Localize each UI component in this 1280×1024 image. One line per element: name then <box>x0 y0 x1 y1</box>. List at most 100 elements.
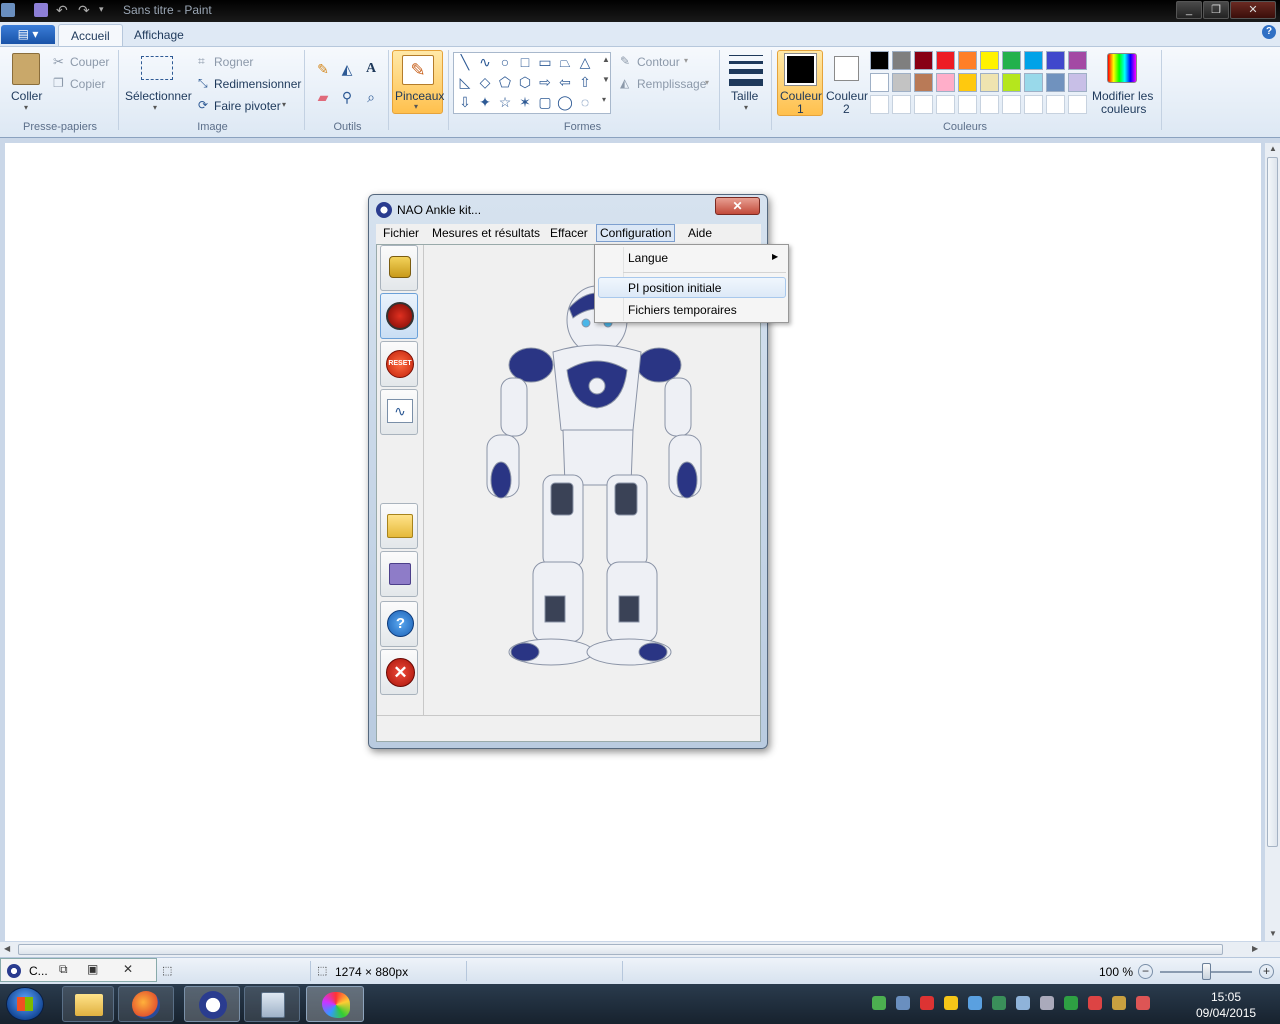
select-button[interactable]: Sélectionner <box>125 89 192 103</box>
shape-four-point-star-icon[interactable]: ✦ <box>476 93 494 111</box>
shape-six-point-star-icon[interactable]: ✶ <box>516 93 534 111</box>
maximize-icon[interactable]: ▣ <box>87 962 98 976</box>
network-icon[interactable] <box>872 996 886 1010</box>
vertical-scroll-thumb[interactable] <box>1267 157 1278 847</box>
shape-up-arrow-icon[interactable]: ⇧ <box>576 73 594 91</box>
printer-icon[interactable] <box>896 996 910 1010</box>
palette-swatch[interactable] <box>958 51 977 70</box>
record-button[interactable] <box>380 293 418 339</box>
outline-button[interactable]: Contour <box>637 55 680 69</box>
magnifier-icon[interactable]: ⌕ <box>361 87 381 107</box>
save-file-button[interactable] <box>380 551 418 597</box>
select-icon[interactable] <box>141 56 173 80</box>
shapes-scroll-down-icon[interactable]: ▼ <box>602 75 610 84</box>
file-menu-button[interactable]: ▤ ▾ <box>1 25 55 44</box>
shape-oval-callout-icon[interactable]: ◯ <box>556 93 574 111</box>
monitor-icon[interactable] <box>992 996 1006 1010</box>
shape-rounded-rectangle-icon[interactable]: ▭ <box>536 53 554 71</box>
shape-right-triangle-icon[interactable]: ◺ <box>456 73 474 91</box>
palette-swatch[interactable] <box>1024 73 1043 92</box>
paste-button[interactable]: Coller <box>11 89 42 103</box>
resize-button[interactable]: Redimensionner <box>214 77 301 91</box>
palette-swatch[interactable] <box>1046 73 1065 92</box>
palette-swatch[interactable] <box>914 73 933 92</box>
palette-swatch[interactable] <box>1046 51 1065 70</box>
palette-swatch[interactable] <box>980 95 999 114</box>
shape-hexagon-icon[interactable]: ⬡ <box>516 73 534 91</box>
fill-button[interactable]: Remplissage <box>637 77 706 91</box>
paste-icon[interactable] <box>12 53 40 85</box>
clock-time[interactable]: 15:05 <box>1211 990 1241 1004</box>
paint-app-icon[interactable] <box>1 3 15 17</box>
taskbar-firefox[interactable] <box>118 986 174 1022</box>
tool-icon[interactable] <box>968 996 982 1010</box>
pencil-icon[interactable]: ✎ <box>313 59 333 79</box>
close-icon[interactable]: ✕ <box>123 962 133 976</box>
color1-button[interactable]: Couleur 1 <box>777 50 823 116</box>
close-window-button[interactable]: ✕ <box>1230 1 1276 19</box>
taskbar-paint[interactable] <box>306 986 364 1022</box>
reset-button[interactable]: RESET <box>380 341 418 387</box>
palette-swatch[interactable] <box>870 95 889 114</box>
scroll-down-icon[interactable]: ▼ <box>1269 929 1277 938</box>
help-button[interactable]: ? <box>380 601 418 647</box>
menu-item-pi-position-initiale[interactable]: PI position initiale <box>628 281 721 295</box>
palette-swatch[interactable] <box>958 95 977 114</box>
shape-cloud-callout-icon[interactable]: ◌ <box>576 93 594 111</box>
palette-swatch[interactable] <box>936 73 955 92</box>
quick-access-dropdown-icon[interactable]: ▾ <box>99 4 104 15</box>
select-dropdown-icon[interactable]: ▾ <box>153 103 157 112</box>
shape-rect-callout-icon[interactable]: ▢ <box>536 93 554 111</box>
help-icon[interactable]: ? <box>1262 25 1276 39</box>
zoom-in-button[interactable]: + <box>1259 964 1274 979</box>
gear-icon[interactable] <box>944 996 958 1010</box>
rotate-dropdown-icon[interactable]: ▾ <box>282 100 286 109</box>
shape-left-arrow-icon[interactable]: ⇦ <box>556 73 574 91</box>
menu-fichier[interactable]: Fichier <box>383 226 419 240</box>
shape-diamond-icon[interactable]: ◇ <box>476 73 494 91</box>
brushes-button[interactable]: ✎ Pinceaux ▾ <box>392 50 444 114</box>
palette-swatch[interactable] <box>1002 95 1021 114</box>
eraser-icon[interactable]: ▰ <box>313 87 333 107</box>
menu-item-langue[interactable]: Langue <box>628 251 668 265</box>
palette-swatch[interactable] <box>1068 95 1087 114</box>
usb-icon[interactable] <box>1040 996 1054 1010</box>
palette-swatch[interactable] <box>1068 73 1087 92</box>
clock-date[interactable]: 09/04/2015 <box>1196 1006 1256 1020</box>
shape-rectangle-icon[interactable]: □ <box>516 53 534 71</box>
menu-item-fichiers-temporaires[interactable]: Fichiers temporaires <box>628 303 737 317</box>
acrobat-icon[interactable] <box>920 996 934 1010</box>
zoom-slider-thumb[interactable] <box>1202 963 1211 980</box>
palette-swatch[interactable] <box>936 51 955 70</box>
palette-swatch[interactable] <box>1024 51 1043 70</box>
display-icon[interactable] <box>1016 996 1030 1010</box>
palette-swatch[interactable] <box>958 73 977 92</box>
tab-view[interactable]: Affichage <box>122 24 196 47</box>
text-tool-icon[interactable]: A <box>361 59 381 79</box>
size-dropdown-icon[interactable]: ▾ <box>744 103 748 112</box>
taskbar-thumbnail-strip[interactable]: C... ⧉ ▣ ✕ <box>0 958 157 982</box>
dialog-close-button[interactable]: ✕ <box>715 197 760 215</box>
size-icon[interactable] <box>729 55 763 86</box>
shape-curve-icon[interactable]: ∿ <box>476 53 494 71</box>
paste-dropdown-icon[interactable]: ▾ <box>24 103 28 112</box>
shapes-scroll-up-icon[interactable]: ▲ <box>602 55 610 64</box>
graph-button[interactable]: ∿ <box>380 389 418 435</box>
security-icon[interactable] <box>1112 996 1126 1010</box>
taskbar-nao-app[interactable] <box>184 986 240 1022</box>
update-icon[interactable] <box>1064 996 1078 1010</box>
rotate-button[interactable]: Faire pivoter <box>214 99 281 113</box>
start-button[interactable] <box>6 987 44 1021</box>
restore-icon[interactable]: ⧉ <box>59 962 68 977</box>
horizontal-scroll-thumb[interactable] <box>18 944 1223 955</box>
copy-button[interactable]: Copier <box>70 77 105 91</box>
palette-swatch[interactable] <box>980 73 999 92</box>
palette-swatch[interactable] <box>1024 95 1043 114</box>
shapes-more-icon[interactable]: ▾ <box>602 95 606 104</box>
open-folder-button[interactable] <box>380 503 418 549</box>
shape-five-point-star-icon[interactable]: ☆ <box>496 93 514 111</box>
shape-right-arrow-icon[interactable]: ⇨ <box>536 73 554 91</box>
palette-swatch[interactable] <box>1002 73 1021 92</box>
cut-button[interactable]: Couper <box>70 55 109 69</box>
fill-dropdown-icon[interactable]: ▾ <box>705 78 709 87</box>
